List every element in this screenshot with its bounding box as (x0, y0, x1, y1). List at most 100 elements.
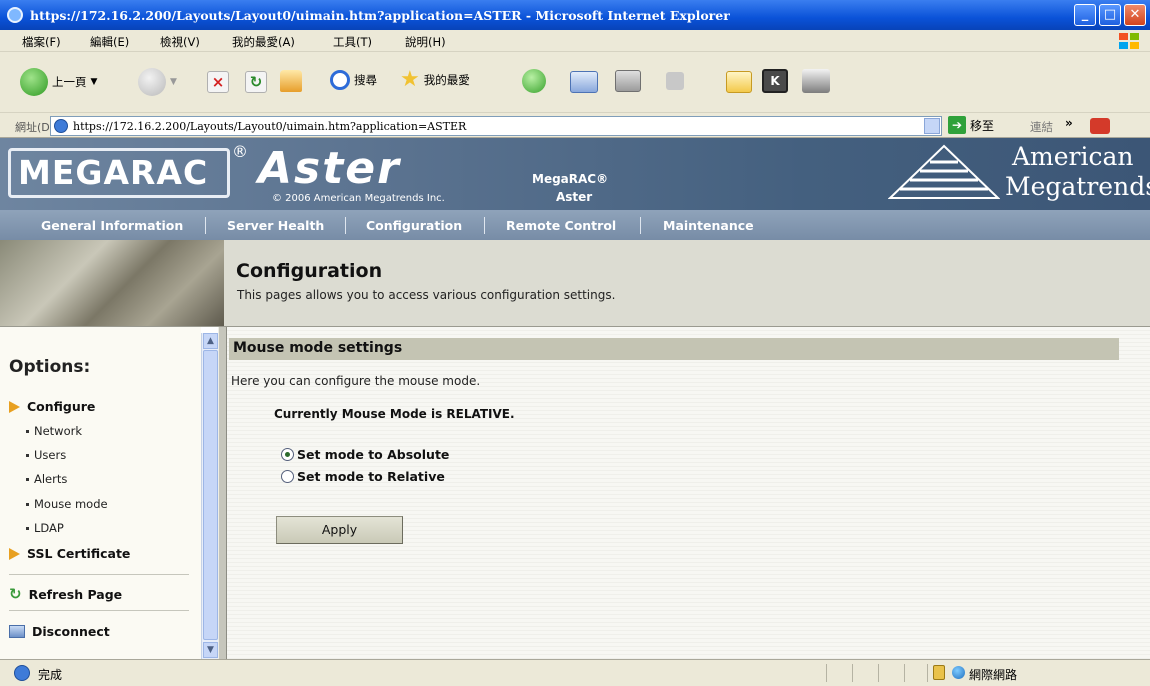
extension-icon[interactable] (1090, 118, 1110, 134)
chevron-right-icon[interactable]: » (1065, 116, 1073, 130)
stop-icon[interactable]: × (207, 71, 229, 93)
menu-favorites[interactable]: 我的最愛(A) (232, 34, 295, 50)
nav-maintenance[interactable]: Maintenance (663, 218, 754, 233)
sidebar-ssl-label: SSL Certificate (27, 546, 131, 561)
menu-bar: 檔案(F) 編輯(E) 檢視(V) 我的最愛(A) 工具(T) 說明(H) (0, 30, 1150, 52)
refresh-icon: ↻ (9, 585, 22, 603)
windows-logo-icon (1119, 33, 1139, 49)
copyright-text: © 2006 American Megatrends Inc. (272, 193, 445, 204)
radio-relative[interactable]: Set mode to Relative (281, 469, 445, 484)
page-header: Configuration This pages allows you to a… (0, 240, 1150, 327)
history-icon[interactable] (522, 69, 546, 93)
sidebar-item-network[interactable]: Network (25, 424, 82, 438)
radio-relative-label: Set mode to Relative (297, 469, 445, 484)
nav-divider (484, 217, 485, 234)
home-icon[interactable] (280, 70, 302, 92)
edit-icon[interactable] (666, 72, 684, 90)
links-label[interactable]: 連結 (1030, 119, 1053, 135)
go-label: 移至 (970, 118, 995, 133)
scroll-down-icon[interactable]: ▼ (203, 642, 218, 658)
nav-server-health[interactable]: Server Health (227, 218, 324, 233)
scroll-up-icon[interactable]: ▲ (203, 333, 218, 349)
nav-divider (345, 217, 346, 234)
page-description: This pages allows you to access various … (237, 288, 616, 302)
menu-edit[interactable]: 編輯(E) (90, 34, 129, 50)
nav-general-information[interactable]: General Information (41, 218, 183, 233)
globe-icon (952, 666, 965, 679)
registered-mark: ® (232, 142, 248, 161)
company-name-line1: American (1012, 142, 1134, 171)
nav-divider (640, 217, 641, 234)
favorites-label: 我的最愛 (423, 73, 470, 87)
status-divider (826, 664, 827, 682)
forward-arrow-icon (138, 68, 166, 96)
minimize-icon: _ (1081, 7, 1089, 22)
sidebar-item-mouse-mode[interactable]: Mouse mode (26, 497, 108, 511)
sidebar-configure[interactable]: Configure (9, 399, 95, 414)
disconnect-label: Disconnect (32, 624, 110, 639)
back-arrow-icon (20, 68, 48, 96)
folder-icon[interactable] (726, 71, 752, 93)
close-button[interactable]: ✕ (1124, 4, 1146, 26)
apply-button[interactable]: Apply (276, 516, 403, 544)
search-button[interactable]: 搜尋 (330, 70, 377, 90)
sidebar-item-users[interactable]: Users (25, 448, 66, 462)
star-icon: ★ (400, 67, 420, 92)
sidebar-ssl-certificate[interactable]: SSL Certificate (9, 546, 130, 561)
favorites-button[interactable]: ★ 我的最愛 (400, 67, 470, 92)
arrow-right-icon (9, 400, 20, 413)
mail-icon[interactable] (570, 71, 598, 93)
research-icon[interactable] (802, 69, 830, 93)
menu-view[interactable]: 檢視(V) (160, 34, 200, 50)
chevron-down-icon: ▼ (170, 77, 177, 87)
ami-logo-icon (888, 144, 1000, 199)
maximize-button[interactable]: □ (1099, 4, 1121, 26)
minimize-button[interactable]: _ (1074, 4, 1096, 26)
sidebar-item-ldap[interactable]: LDAP (26, 521, 64, 535)
back-button[interactable]: 上一頁 ▼ (20, 68, 97, 96)
disconnect-icon (9, 625, 25, 638)
page-icon (54, 119, 68, 133)
address-dropdown-icon[interactable] (924, 118, 940, 134)
sidebar-divider (9, 574, 189, 575)
messenger-icon[interactable]: K (762, 69, 788, 93)
menu-file[interactable]: 檔案(F) (22, 34, 61, 50)
refresh-icon[interactable]: ↻ (245, 71, 267, 93)
disconnect-button[interactable]: Disconnect (9, 624, 110, 639)
forward-button[interactable]: ▼ (138, 68, 177, 96)
radio-selected-icon[interactable] (281, 448, 294, 461)
frame-divider[interactable] (218, 327, 227, 659)
lock-icon (933, 665, 945, 680)
address-bar: 網址(D) https://172.16.2.200/Layouts/Layou… (0, 112, 1150, 138)
product-name-line2: Aster (556, 190, 593, 204)
radio-absolute[interactable]: Set mode to Absolute (281, 447, 449, 462)
sidebar-item-alerts[interactable]: Alerts (25, 472, 67, 486)
address-input[interactable]: https://172.16.2.200/Layouts/Layout0/uim… (50, 116, 942, 136)
window-title-bar[interactable]: https://172.16.2.200/Layouts/Layout0/uim… (0, 0, 1150, 30)
search-label: 搜尋 (354, 73, 377, 87)
main-nav: General Information Server Health Config… (0, 210, 1150, 240)
refresh-page-button[interactable]: ↻ Refresh Page (9, 585, 122, 603)
menu-help[interactable]: 說明(H) (405, 34, 446, 50)
options-title: Options: (9, 357, 91, 377)
sidebar-configure-label: Configure (27, 399, 96, 414)
current-mode-status: Currently Mouse Mode is RELATIVE. (274, 407, 515, 421)
go-button[interactable]: ➔ 移至 (948, 116, 994, 134)
address-label: 網址(D) (15, 121, 55, 134)
nav-remote-control[interactable]: Remote Control (506, 218, 616, 233)
section-title: Mouse mode settings (233, 340, 403, 356)
status-divider (852, 664, 853, 682)
menu-tools[interactable]: 工具(T) (333, 34, 372, 50)
nav-configuration[interactable]: Configuration (366, 218, 462, 233)
sidebar-scrollbar[interactable]: ▲ ▼ (201, 333, 218, 659)
scrollbar-thumb[interactable] (203, 350, 218, 640)
aster-logo: Aster (258, 143, 401, 194)
status-divider (904, 664, 905, 682)
security-zone: 網際網路 (969, 668, 1018, 682)
radio-unselected-icon[interactable] (281, 470, 294, 483)
status-bar: 完成 網際網路 (0, 659, 1150, 686)
print-icon[interactable] (615, 70, 641, 92)
section-description: Here you can configure the mouse mode. (231, 374, 481, 388)
ie-icon (7, 7, 23, 23)
nav-divider (205, 217, 206, 234)
